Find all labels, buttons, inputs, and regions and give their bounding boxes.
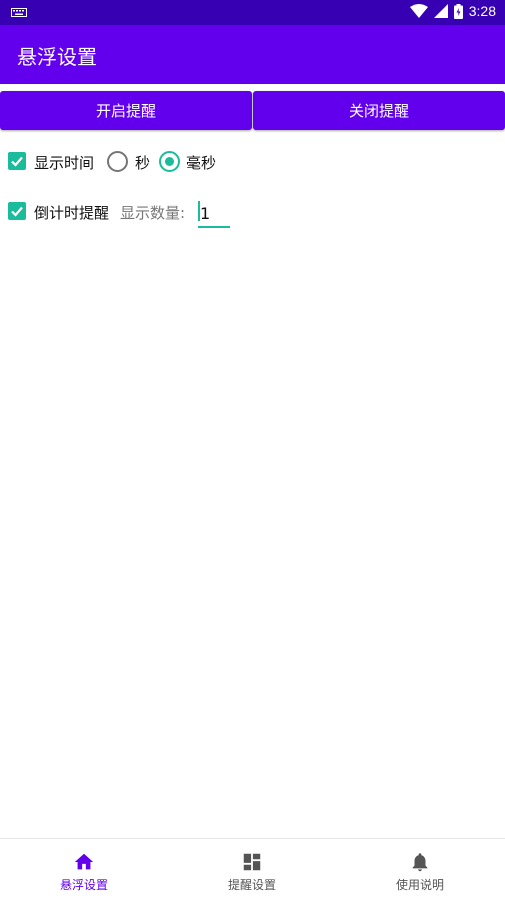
- open-reminder-button[interactable]: 开启提醒: [0, 91, 252, 130]
- keyboard-icon: [11, 8, 27, 17]
- battery-charging-icon: [453, 3, 463, 19]
- seconds-radio[interactable]: [107, 151, 128, 172]
- nav-label: 提醒设置: [227, 878, 276, 892]
- show-time-label: 显示时间: [34, 154, 95, 172]
- status-time: 3:28: [468, 3, 496, 19]
- nav-item-reminder-settings[interactable]: 提醒设置: [168, 839, 336, 901]
- countdown-label: 倒计时提醒: [34, 204, 110, 222]
- signal-icon: [433, 4, 448, 18]
- status-bar: 3:28: [0, 0, 505, 25]
- bell-icon: [412, 853, 428, 872]
- count-label: 显示数量:: [120, 204, 186, 222]
- bottom-nav: 悬浮设置 提醒设置 使用说明: [0, 838, 505, 901]
- seconds-label: 秒: [135, 154, 151, 172]
- countdown-row: 倒计时提醒 显示数量:: [0, 195, 505, 229]
- checkmark-icon: [11, 156, 23, 167]
- dashboard-icon: [243, 853, 261, 871]
- nav-item-float-settings[interactable]: 悬浮设置: [0, 839, 168, 901]
- nav-label: 使用说明: [395, 878, 444, 892]
- text-cursor: [198, 201, 200, 221]
- show-time-checkbox[interactable]: [8, 152, 26, 170]
- action-button-row: 开启提醒 关闭提醒: [0, 91, 505, 130]
- count-input[interactable]: [198, 200, 230, 228]
- countdown-checkbox[interactable]: [8, 202, 26, 220]
- show-time-row: 显示时间 秒 毫秒: [0, 145, 505, 179]
- close-reminder-button[interactable]: 关闭提醒: [253, 91, 505, 130]
- nav-item-instructions[interactable]: 使用说明: [336, 839, 504, 901]
- app-bar: 悬浮设置: [0, 25, 505, 84]
- checkmark-icon: [11, 206, 23, 217]
- nav-label: 悬浮设置: [59, 878, 108, 892]
- milliseconds-label: 毫秒: [186, 154, 217, 172]
- wifi-icon: [409, 4, 428, 18]
- page-title: 悬浮设置: [17, 45, 97, 69]
- milliseconds-radio[interactable]: [159, 151, 180, 172]
- home-icon: [74, 853, 94, 870]
